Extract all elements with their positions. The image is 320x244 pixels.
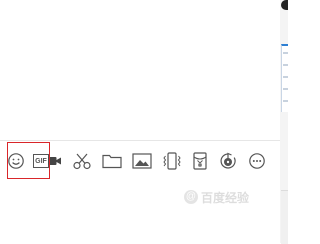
watermark: @ 百度经验 bbox=[184, 186, 276, 208]
video-camera-icon bbox=[48, 157, 61, 165]
red-packet-icon bbox=[193, 152, 207, 170]
side-lower-panel bbox=[281, 190, 288, 244]
annotation-highlight-box bbox=[7, 142, 50, 179]
screenshot-button[interactable] bbox=[69, 148, 95, 174]
shake-window-button[interactable] bbox=[159, 148, 185, 174]
scissors-icon bbox=[73, 153, 91, 170]
send-image-button[interactable] bbox=[129, 148, 155, 174]
more-button[interactable] bbox=[244, 148, 270, 174]
video-button[interactable] bbox=[48, 148, 62, 174]
red-packet-button[interactable] bbox=[187, 148, 213, 174]
side-card bbox=[281, 44, 288, 112]
window-edge-blob bbox=[281, 0, 288, 10]
watermark-text: 百度经验 bbox=[201, 190, 250, 205]
more-dots-icon bbox=[249, 153, 265, 169]
phone-vibrate-icon bbox=[163, 152, 181, 170]
folder-icon bbox=[102, 154, 122, 169]
music-disc-icon bbox=[220, 152, 236, 169]
send-file-button[interactable] bbox=[99, 148, 125, 174]
image-icon bbox=[132, 153, 152, 169]
music-button[interactable] bbox=[215, 148, 241, 174]
watermark-logo: @ bbox=[184, 190, 198, 204]
